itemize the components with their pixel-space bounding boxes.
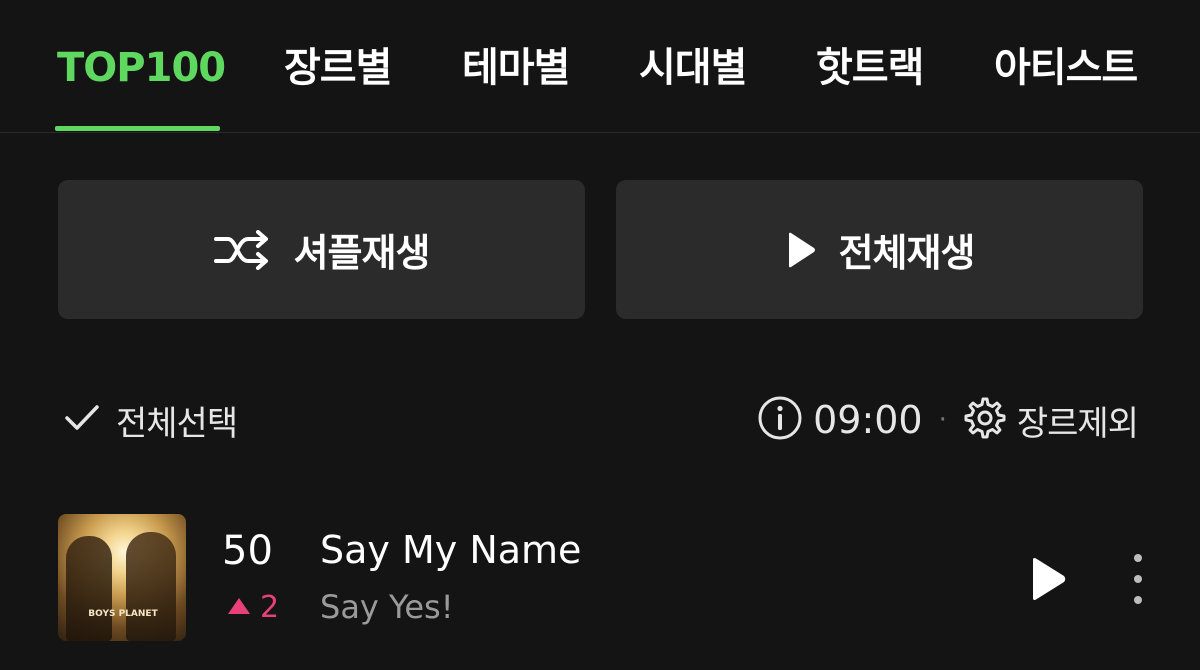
- track-play-button[interactable]: [1028, 556, 1068, 606]
- more-dot: [1134, 554, 1142, 562]
- play-icon: [1028, 558, 1068, 606]
- genre-exclude-button[interactable]: 장르제외: [963, 396, 1139, 445]
- chart-update-info[interactable]: 09:00: [757, 395, 923, 445]
- more-dot: [1134, 596, 1142, 604]
- select-all-toggle[interactable]: 전체선택: [64, 395, 238, 445]
- tab-theme[interactable]: 테마별: [462, 40, 570, 100]
- tab-hottrack[interactable]: 핫트랙: [816, 40, 924, 100]
- play-all-label: 전체재생: [838, 231, 976, 275]
- shuffle-play-button[interactable]: 셔플재생: [58, 180, 585, 319]
- triangle-up-icon: [226, 596, 252, 620]
- select-all-label: 전체선택: [116, 403, 238, 444]
- cover-figure-right: [126, 532, 176, 641]
- rank-change-value: 2: [260, 590, 280, 625]
- chart-page: TOP100 장르별 테마별 시대별 핫트랙 아티스트 셔플재생 전체재생 전체…: [0, 0, 1200, 670]
- chart-update-time: 09:00: [813, 398, 923, 442]
- cover-logo: BOYS PLANET: [88, 609, 158, 619]
- tab-genre[interactable]: 장르별: [284, 40, 392, 100]
- track-rank: 50: [222, 528, 273, 574]
- track-title[interactable]: Say My Name: [320, 528, 581, 572]
- tab-era[interactable]: 시대별: [639, 40, 747, 100]
- tab-artist[interactable]: 아티스트: [994, 40, 1138, 100]
- track-more-button[interactable]: [1124, 554, 1152, 604]
- meta-separator: ·: [938, 405, 947, 435]
- play-icon: [785, 231, 817, 269]
- gear-icon: [963, 396, 1007, 444]
- rank-change: 2: [226, 590, 279, 625]
- tab-top100[interactable]: TOP100: [57, 40, 226, 100]
- more-dot: [1134, 575, 1142, 583]
- play-all-button[interactable]: 전체재생: [616, 180, 1143, 319]
- track-artist[interactable]: Say Yes!: [320, 588, 454, 626]
- shuffle-icon: [213, 229, 272, 270]
- info-icon: [757, 395, 803, 445]
- active-tab-indicator: [55, 126, 220, 131]
- genre-exclude-label: 장르제외: [1016, 403, 1139, 444]
- cover-figure-left: [66, 536, 112, 641]
- shuffle-play-label: 셔플재생: [293, 231, 431, 275]
- album-cover[interactable]: BOYS PLANET: [58, 514, 186, 641]
- check-icon: [64, 403, 100, 437]
- track-row[interactable]: BOYS PLANET 50 2 Say My Name Say Yes!: [0, 500, 1200, 660]
- category-tabs: TOP100 장르별 테마별 시대별 핫트랙 아티스트: [0, 0, 1200, 133]
- chart-meta: 09:00 · 장르제외: [757, 395, 1139, 445]
